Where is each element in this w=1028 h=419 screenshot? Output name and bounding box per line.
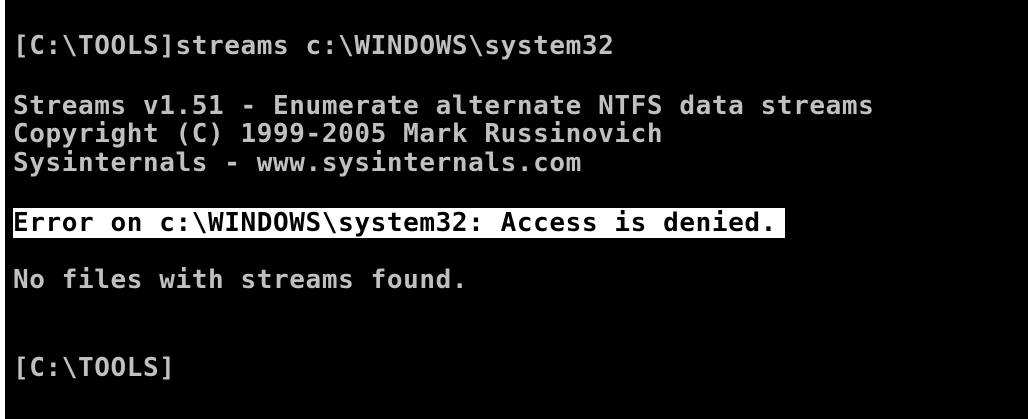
prompt-line: [C:\TOOLS] bbox=[13, 353, 176, 383]
result-line: No files with streams found. bbox=[13, 265, 469, 295]
banner-website-line: Sysinternals - www.sysinternals.com bbox=[13, 148, 582, 178]
banner-title-line: Streams v1.51 - Enumerate alternate NTFS… bbox=[13, 91, 875, 121]
command-line: [C:\TOOLS]streams c:\WINDOWS\system32 bbox=[13, 31, 615, 61]
error-line-highlighted: Error on c:\WINDOWS\system32: Access is … bbox=[13, 208, 785, 238]
console-window[interactable]: [C:\TOOLS]streams c:\WINDOWS\system32 St… bbox=[5, 0, 1028, 419]
banner-copyright-line: Copyright (C) 1999-2005 Mark Russinovich bbox=[13, 119, 664, 149]
screenshot-frame: [C:\TOOLS]streams c:\WINDOWS\system32 St… bbox=[0, 0, 1028, 419]
